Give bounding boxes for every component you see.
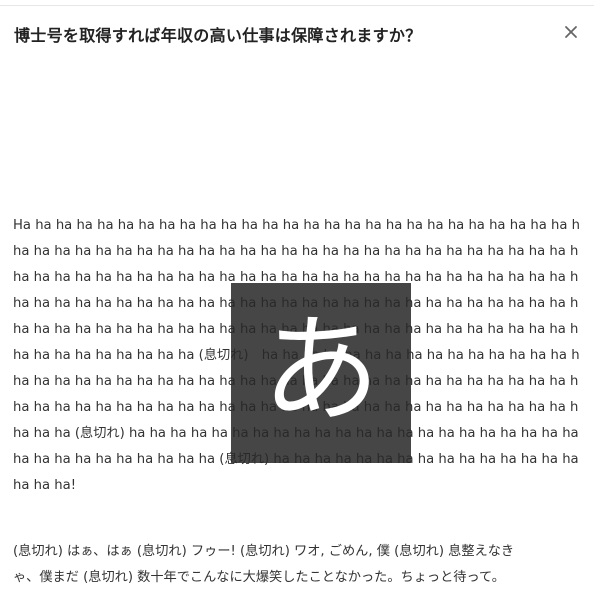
close-button[interactable] — [561, 22, 581, 42]
paragraph-line: ha ha ha! — [13, 478, 76, 493]
paragraph-line: ha ha ha ha ha ha ha ha ha ha ha ha ha h… — [13, 244, 579, 259]
paragraph-line: (息切れ) はぁ、はぁ (息切れ) フゥー! (息切れ) ワオ, ごめん, 僕 … — [13, 544, 515, 559]
question-title: 博士号を取得すれば年収の高い仕事は保障されますか？ — [14, 26, 422, 45]
breathless-paragraph: (息切れ) はぁ、はぁ (息切れ) フゥー! (息切れ) ワオ, ごめん, 僕 … — [13, 539, 579, 591]
answer-modal: 博士号を取得すれば年収の高い仕事は保障されますか？ Ha ha ha ha ha… — [0, 0, 594, 601]
paragraph-line: Ha ha ha ha ha ha ha ha ha ha ha ha ha h… — [13, 218, 579, 233]
paragraph-line: ゃ、僕まだ (息切れ) 数十年でこんなに大爆笑したことなかった。ちょっと待って。 — [13, 570, 505, 585]
top-divider — [0, 5, 594, 6]
close-icon — [565, 26, 577, 38]
ime-character-overlay: あ — [231, 283, 411, 463]
hiragana-a-glyph: あ — [261, 301, 380, 439]
